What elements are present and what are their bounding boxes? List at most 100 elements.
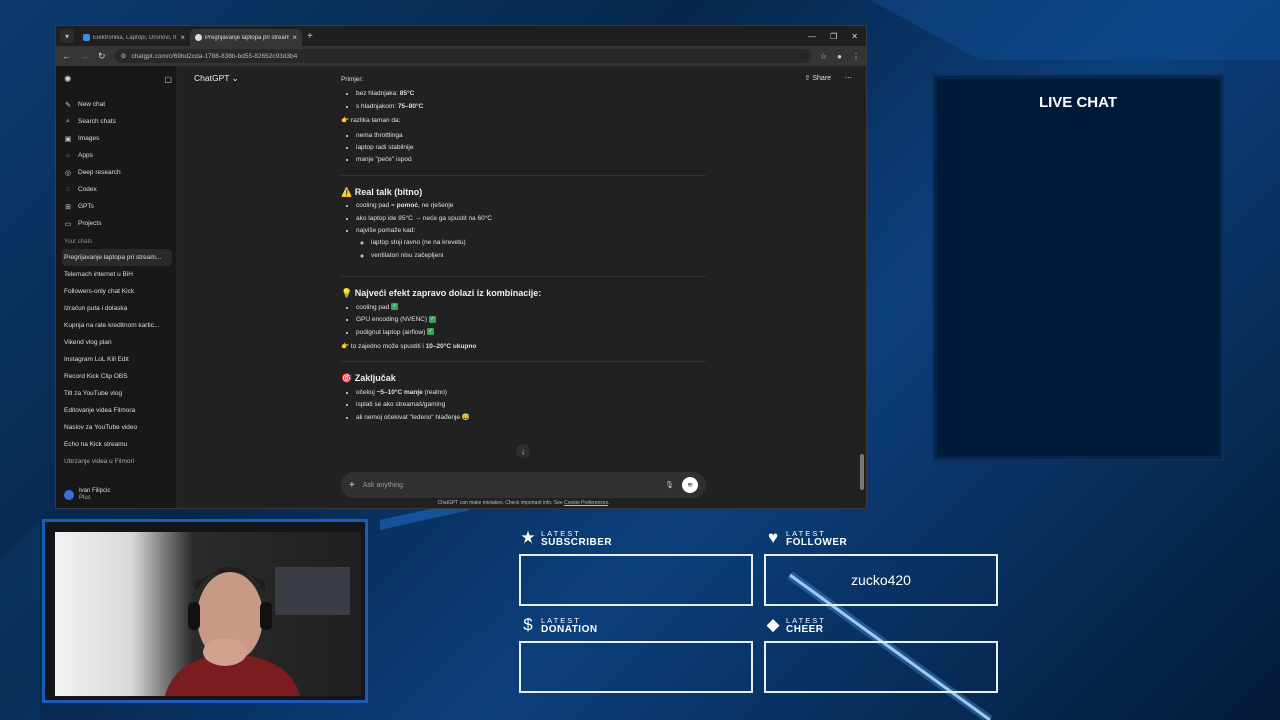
chat-history-item[interactable]: Izračun puta i dolaska (64, 300, 172, 317)
dollar-icon: $ (523, 615, 533, 634)
tab-search-icon[interactable]: ▾ (60, 29, 74, 43)
close-tab-icon[interactable]: × (292, 33, 297, 42)
chat-main: ChatGPT ⌄ ⇪ Share ⋯ Primjer: bez hladnja… (180, 66, 866, 508)
list-item: isplati se ako streamaš/gaming (356, 399, 706, 411)
share-label: Share (812, 75, 831, 82)
tab-title: Elektronika, Laptopi, Dronovi, It (93, 34, 177, 41)
tab-elektronika[interactable]: Elektronika, Laptopi, Dronovi, It × (78, 29, 190, 46)
cookie-preferences-link[interactable]: Cookie Preferences (564, 500, 608, 506)
text: 👉 to zajedno može spustiti i (341, 342, 426, 350)
sidebar-item-codex[interactable]: ◌ Codex (64, 181, 172, 198)
widget-big-label: SUBSCRIBER (541, 537, 613, 548)
chatgpt-app: ✺ ▢ ✎ New chat ⌕ Search chats ▣ Images ⁘ App… (56, 66, 866, 508)
chat-history-item[interactable]: Vikend vlog plan (64, 334, 172, 351)
divider (341, 276, 706, 278)
list-item: ali nemoj očekivat "ledeno" hlađenje 😅 (356, 412, 706, 424)
voice-mode-button[interactable]: ≋ (682, 477, 698, 493)
chat-history-item[interactable]: Ubrzanje videa u Filmori (64, 453, 172, 470)
more-options-icon[interactable]: ⋯ (845, 74, 852, 82)
streamer-silhouette (165, 567, 350, 696)
minimize-icon[interactable]: — (808, 32, 816, 41)
composer[interactable]: + Ask anything 🎙 ≋ (341, 472, 706, 498)
new-tab-icon[interactable]: + (307, 31, 313, 42)
waveform-icon: ≋ (687, 482, 693, 489)
your-chats-heading: Your chats (64, 239, 93, 245)
tab-bar: ▾ Elektronika, Laptopi, Dronovi, It × Pr… (56, 26, 866, 46)
widget-value-box (519, 554, 753, 606)
sidebar-item-gpts[interactable]: ⊞ GPTs (64, 198, 172, 215)
bookmark-star-icon[interactable]: ☆ (820, 52, 827, 61)
list-item: laptop radi stabilnije (356, 142, 706, 154)
text: najviše pomaže kad: (356, 227, 416, 235)
text: cooling pad (356, 303, 390, 311)
note-line: 👉 to zajedno može spustiti i 10–20°C uku… (341, 341, 706, 353)
reload-icon[interactable]: ↻ (98, 51, 106, 62)
chat-history-item[interactable]: Instagram LoL Kill Edit (64, 351, 172, 368)
forward-icon[interactable]: → (80, 51, 89, 61)
sidebar-item-label: Codex (78, 186, 97, 193)
disclaimer: ChatGPT can make mistakes. Check importa… (341, 500, 706, 506)
scroll-down-icon[interactable]: ↓ (516, 444, 530, 458)
window-controls: — ❐ ✕ (808, 32, 866, 41)
microphone-icon[interactable]: 🎙 (665, 481, 674, 489)
share-button[interactable]: ⇪ Share (804, 74, 831, 82)
research-icon: ◎ (64, 169, 72, 177)
list-item: cooling pad = pomoć, ne rješenje (356, 200, 706, 212)
main-scrollbar[interactable] (860, 454, 864, 490)
text: (realno) (422, 388, 447, 396)
plus-icon[interactable]: + (349, 480, 355, 491)
prompt-input[interactable]: Ask anything (363, 482, 403, 489)
apps-icon: ⁘ (65, 152, 71, 160)
back-icon[interactable]: ← (62, 51, 71, 61)
item-value: 85°C (399, 90, 415, 98)
profile-icon[interactable]: ● (837, 52, 842, 61)
sidebar: ✺ ▢ ✎ New chat ⌕ Search chats ▣ Images ⁘ App… (56, 66, 180, 508)
menu-dots-icon[interactable]: ⋮ (852, 52, 860, 61)
section-heading: ⚠️ Real talk (bitno) (341, 186, 423, 197)
sidebar-item-search-chats[interactable]: ⌕ Search chats (64, 113, 172, 130)
codex-icon: ◌ (65, 186, 71, 193)
site-info-icon[interactable]: ⚙ (121, 52, 127, 60)
user-profile[interactable]: Ivan Filipcic Plus (64, 488, 110, 502)
list-item: najviše pomaže kad: laptop stoji ravno (… (356, 225, 706, 262)
chat-history-item[interactable]: Telemach internet u BiH (64, 266, 172, 283)
address-bar: ← → ↻ ⚙ chatgpt.com/c/69bd2cda-1788-838b… (56, 46, 866, 66)
bold-text: 10–20°C ukupno (425, 342, 477, 350)
close-window-icon[interactable]: ✕ (851, 32, 858, 41)
chatgpt-favicon-icon (195, 34, 202, 41)
sidebar-item-images[interactable]: ▣ Images (64, 130, 172, 147)
close-sidebar-icon[interactable]: ▢ (164, 75, 172, 84)
chat-history-item[interactable]: Record Kick Clip OBS (64, 368, 172, 385)
divider (341, 174, 706, 176)
chat-history-item[interactable]: Editovanje videa Filmora (64, 402, 172, 419)
restore-icon[interactable]: ❐ (830, 32, 837, 41)
tab-chatgpt[interactable]: Pregrijavanje laptopa pri stream × (190, 29, 302, 46)
chat-history-item[interactable]: Pregrijavanje laptopa pri stream... (62, 249, 172, 266)
sidebar-item-apps[interactable]: ⁘ Apps (64, 147, 172, 164)
chat-history-item[interactable]: Kupnja na rate kreditnom kartic... (64, 317, 172, 334)
url-text: chatgpt.com/c/69bd2cda-1788-838b-bd55-82… (131, 52, 298, 60)
search-icon: ⌕ (66, 117, 70, 125)
sidebar-item-deep-research[interactable]: ◎ Deep research (64, 164, 172, 181)
bold-text: ~5–10°C manje (376, 388, 423, 396)
chat-history-item[interactable]: Followers-only chat Kick (64, 283, 172, 300)
sidebar-item-projects[interactable]: ▭ Projects (64, 215, 172, 232)
heart-icon: ♥ (767, 528, 779, 547)
sub-list-item: ventilatori nisu začepljeni (371, 250, 706, 262)
check-icon: ✓ (391, 303, 399, 311)
openai-logo-icon[interactable]: ✺ (64, 74, 72, 85)
chat-history-item[interactable]: Titl za YouTube vlog (64, 385, 172, 402)
sidebar-item-new-chat[interactable]: ✎ New chat (64, 96, 172, 113)
chat-history-item[interactable]: Echo na Kick streamu (64, 436, 172, 453)
text: , ne rješenje (417, 202, 454, 210)
chat-history-item[interactable]: Naslov za YouTube video (64, 419, 172, 436)
model-selector[interactable]: ChatGPT ⌄ (194, 73, 239, 84)
close-tab-icon[interactable]: × (180, 33, 185, 42)
tab-title: Pregrijavanje laptopa pri stream (205, 34, 290, 41)
latest-subscriber-widget: ★ LATEST SUBSCRIBER (519, 528, 753, 606)
assistant-message: Primjer: bez hladnjaka: 85°C s hladnjako… (341, 72, 706, 424)
url-field[interactable]: ⚙ chatgpt.com/c/69bd2cda-1788-838b-bd55-… (114, 49, 811, 63)
webcam-feed (42, 519, 368, 703)
check-icon: ✓ (428, 315, 436, 323)
list-item: očekuj ~5–10°C manje (realno) (356, 387, 706, 399)
